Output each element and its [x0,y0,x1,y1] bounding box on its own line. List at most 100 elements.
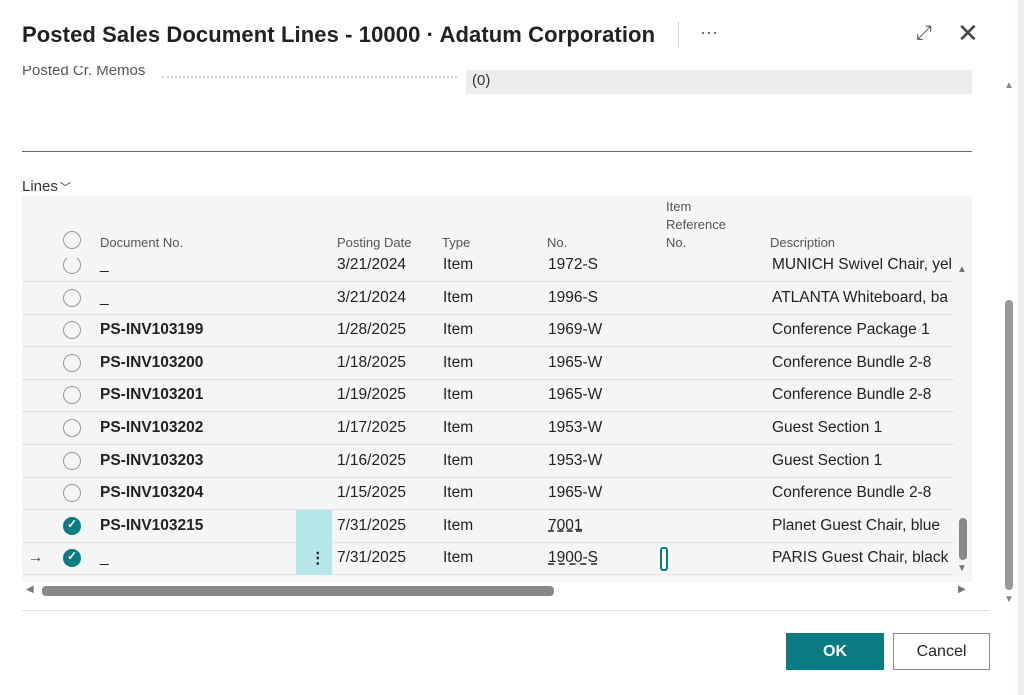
row-checkbox[interactable] [63,258,81,274]
row-checkbox[interactable] [63,517,81,535]
posting-date: 1/15/2025 [337,484,406,502]
type: Item [443,517,473,535]
row-checkbox[interactable] [63,289,81,307]
more-options-button[interactable]: ··· [700,22,718,43]
description: MUNICH Swivel Chair, yel [772,258,954,274]
row-checkbox[interactable] [63,321,81,339]
document-no[interactable]: _ [100,258,109,274]
description: Conference Bundle 2-8 [772,386,954,404]
document-no[interactable]: PS-INV103215 [100,517,203,535]
selected-cell[interactable] [296,510,332,543]
item-no[interactable]: 1953-W [548,419,602,437]
select-all-checkbox[interactable] [63,231,81,249]
item-no[interactable]: 1972-S [548,258,598,274]
grid-scroll-left-icon[interactable]: ◀ [26,584,34,595]
table-row[interactable]: _3/21/2024Item1996-SATLANTA Whiteboard, … [22,282,954,315]
page-scroll-down-icon[interactable]: ▼ [1004,594,1014,605]
close-icon: ✕ [957,18,979,48]
type: Item [443,386,473,404]
grid-scroll-right-icon[interactable]: ▶ [958,584,966,595]
document-no[interactable]: PS-INV103200 [100,354,203,372]
table-row[interactable]: PS-INV103215 7/31/2025 Item 7001 Planet Gues… [22,510,954,543]
header-text: Item [666,198,726,216]
document-no[interactable]: _ [100,289,109,307]
description: ATLANTA Whiteboard, ba [772,289,954,307]
item-reference-input[interactable] [660,547,668,571]
item-no[interactable]: 1953-W [548,452,602,470]
table-row[interactable]: PS-INV103199 1/28/2025 Item 1969-W Conferenc… [22,314,954,347]
table-row[interactable]: →⋮_7/31/2025Item1900-SPARIS Guest Chair,… [22,542,954,575]
description: Planet Guest Chair, blue [772,517,954,535]
table-row[interactable]: _3/21/2024Item1972-SMUNICH Swivel Chair,… [22,258,954,282]
ok-button[interactable]: OK [786,633,884,670]
posting-date: 1/28/2025 [337,321,406,339]
col-item-reference-no[interactable]: ItemReferenceNo. [666,198,726,252]
table-row[interactable]: PS-INV1032031/16/2025Item1953-WGuest Sec… [22,445,954,478]
type: Item [443,258,473,274]
expand-button[interactable]: ⤢ [916,22,932,45]
page-scroll-up-icon[interactable]: ▲ [1004,80,1014,91]
selected-cell[interactable]: ⋮ [296,542,332,575]
chevron-down-icon: ﹀ [60,182,71,194]
row-checkbox[interactable] [63,354,81,372]
close-button[interactable]: ✕ [957,18,979,49]
col-type[interactable]: Type [442,234,470,252]
grid-vertical-scrollbar[interactable] [959,518,967,560]
document-no[interactable]: PS-INV103201 [100,386,203,404]
posting-date: 3/21/2024 [337,289,406,307]
description: Conference Bundle 2-8 [772,484,954,502]
type: Item [443,484,473,502]
expand-icon: ⤢ [916,22,932,44]
item-no[interactable]: 1900-S [548,549,598,567]
description: PARIS Guest Chair, black [772,549,954,567]
document-no[interactable]: PS-INV103204 [100,484,203,502]
document-no[interactable]: PS-INV103202 [100,419,203,437]
description: Conference Package 1 [772,321,954,339]
posting-date: 7/31/2025 [337,517,406,535]
table-row[interactable]: PS-INV103201 1/19/2025 Item 1965-W Conferenc… [22,379,954,412]
ellipsis-icon: ··· [700,22,718,42]
item-no[interactable]: 1965-W [548,354,602,372]
posting-date: 7/31/2025 [337,549,406,567]
document-no[interactable]: PS-INV103203 [100,452,203,470]
row-checkbox[interactable] [63,484,81,502]
col-document-no[interactable]: Document No. [100,234,183,252]
section-divider [22,151,972,152]
grid-scroll-up-icon[interactable]: ▲ [957,264,967,275]
item-no[interactable]: 1965-W [548,484,602,502]
grid-scroll-down-icon[interactable]: ▼ [957,563,967,574]
header-text: Reference [666,216,726,234]
item-no[interactable]: 7001 [548,517,582,535]
table-row[interactable]: PS-INV1032001/18/2025Item1965-WConferenc… [22,347,954,380]
row-checkbox[interactable] [63,549,81,567]
col-description[interactable]: Description [770,234,835,252]
table-row[interactable]: PS-INV103204 1/15/2025 Item 1965-W Conferenc… [22,477,954,510]
type: Item [443,549,473,567]
col-no[interactable]: No. [547,234,567,252]
header-text: No. [666,234,726,252]
lines-label: Lines [22,178,58,195]
item-no[interactable]: 1996-S [548,289,598,307]
item-no[interactable]: 1965-W [548,386,602,404]
background-app-edge [1018,0,1024,695]
type: Item [443,354,473,372]
posting-date: 1/17/2025 [337,419,406,437]
description: Conference Bundle 2-8 [772,354,954,372]
lines-section-toggle[interactable]: Lines﹀ [22,178,71,195]
item-no[interactable]: 1969-W [548,321,602,339]
row-checkbox[interactable] [63,419,81,437]
cancel-button[interactable]: Cancel [893,633,990,670]
page-vertical-scrollbar[interactable] [1005,300,1013,590]
posting-date: 1/19/2025 [337,386,406,404]
grid-horizontal-scrollbar[interactable] [42,586,554,596]
document-no[interactable]: _ [100,549,109,567]
row-checkbox[interactable] [63,386,81,404]
row-actions-icon[interactable]: ⋮ [310,549,326,568]
col-posting-date[interactable]: Posting Date [337,234,411,252]
table-row[interactable]: PS-INV1032021/17/2025Item1953-WGuest Sec… [22,412,954,445]
posted-cr-memos-value[interactable]: (0) [466,70,972,94]
document-no[interactable]: PS-INV103199 [100,321,203,339]
posting-date: 1/16/2025 [337,452,406,470]
type: Item [443,321,473,339]
row-checkbox[interactable] [63,452,81,470]
